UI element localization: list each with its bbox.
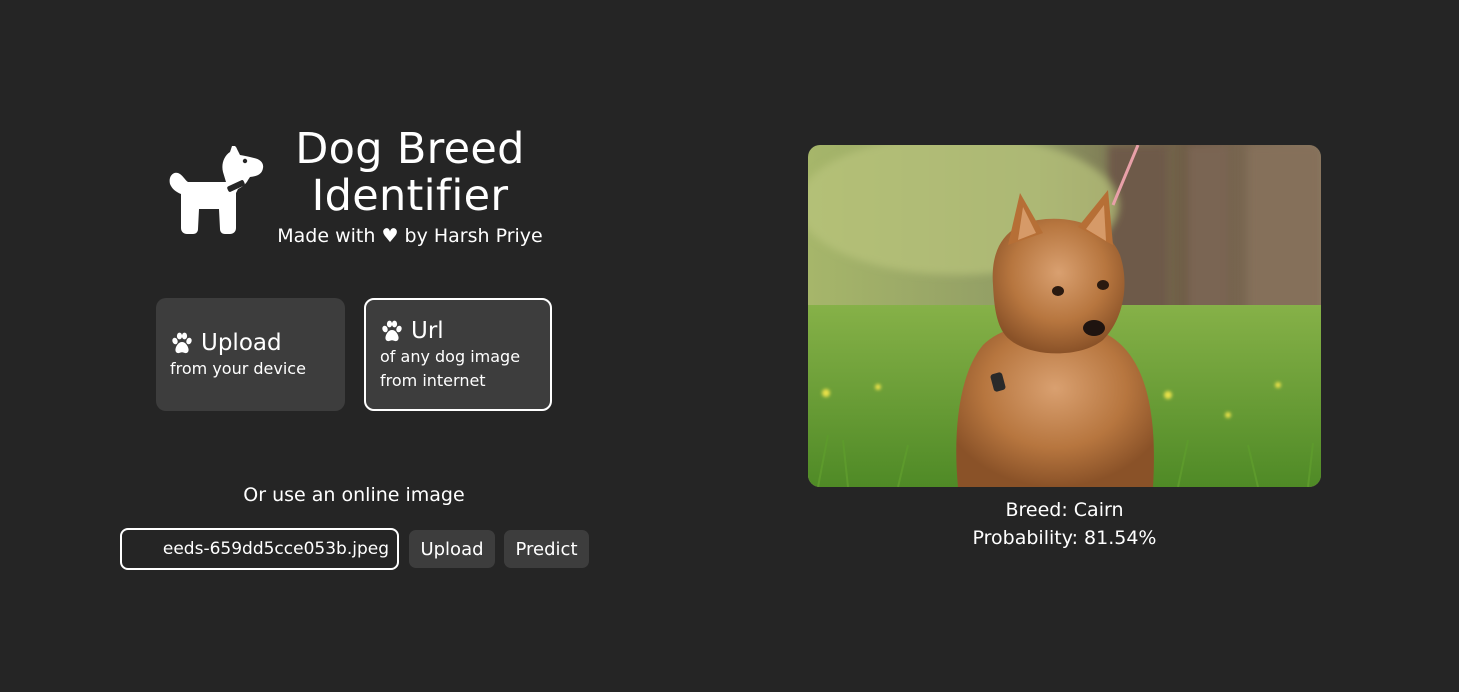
- dog-photo: [808, 145, 1321, 487]
- predict-button[interactable]: Predict: [504, 530, 589, 568]
- page-title: Dog Breed Identifier: [270, 126, 550, 220]
- tagline: Made with ♥ by Harsh Priye: [277, 225, 543, 247]
- upload-option-subtitle: from your device: [170, 358, 306, 378]
- dog-icon: [169, 146, 264, 234]
- url-option-heading: Url: [380, 317, 536, 345]
- online-image-label: Or use an online image: [243, 484, 465, 506]
- paw-icon: [172, 332, 192, 353]
- url-option-title: Url: [411, 317, 444, 344]
- paw-icon: [382, 320, 402, 341]
- upload-option-card[interactable]: Upload from your device: [156, 298, 345, 411]
- probability-result: Probability: 81.54%: [972, 527, 1157, 549]
- breed-result: Breed: Cairn: [1005, 499, 1124, 521]
- url-option-card[interactable]: Url of any dog image from internet: [364, 298, 552, 411]
- image-url-input[interactable]: [120, 528, 399, 570]
- title-line-1: Dog Breed: [295, 124, 525, 174]
- upload-option-heading: Upload: [170, 329, 331, 357]
- title-line-2: Identifier: [311, 171, 509, 221]
- upload-option-title: Upload: [201, 329, 282, 356]
- url-option-subtitle-line-2: from internet: [380, 370, 486, 390]
- page: Dog Breed Identifier Made with ♥ by Hars…: [0, 0, 1459, 692]
- url-option-subtitle-line-1: of any dog image: [380, 346, 521, 366]
- upload-button[interactable]: Upload: [409, 530, 495, 568]
